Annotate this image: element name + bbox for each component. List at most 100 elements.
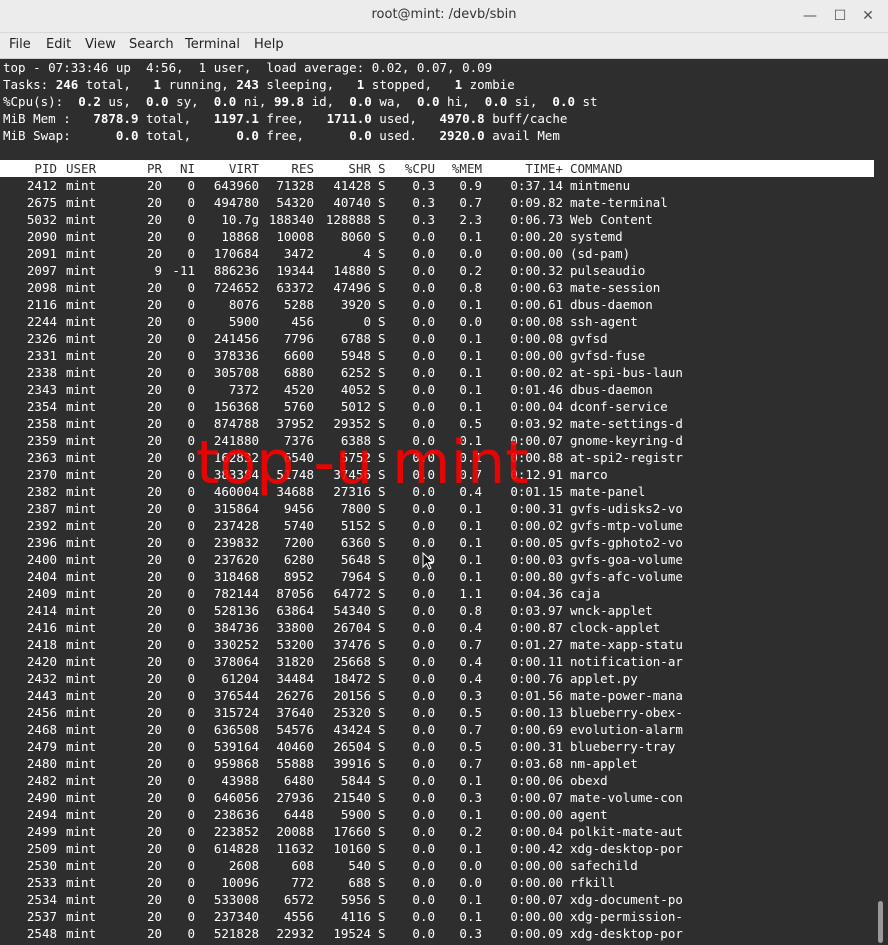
cell-user: mint: [66, 773, 97, 788]
cell-virt: 170684: [213, 246, 259, 261]
cell-virt: 61204: [221, 671, 259, 686]
cell-ni: 0: [187, 433, 195, 448]
cell-user: mint: [66, 348, 97, 363]
cell-ni: 0: [187, 671, 195, 686]
cell-command: blueberry-tray: [570, 739, 676, 754]
cell-user: mint: [66, 909, 97, 924]
cell-ni: 0: [187, 790, 195, 805]
summary-label: used.: [371, 128, 440, 143]
cell-user: mint: [66, 280, 97, 295]
cell-pid: 2354: [26, 399, 57, 414]
cell-pr: 20: [146, 705, 162, 720]
summary-label: free,: [258, 128, 350, 143]
close-icon[interactable]: ✕: [858, 6, 878, 26]
cell-mem: 0.0: [459, 858, 482, 873]
table-row: 2432 mint 20 0 61204 34484 18472 S 0.0 0.4 0:00.76…: [0, 670, 874, 687]
cell-command: dconf-service: [570, 399, 668, 414]
menu-help[interactable]: Help: [254, 37, 284, 52]
cell-res: 33800: [276, 620, 314, 635]
table-row: 2326 mint 20 0 241456 7796 6788 S 0.0 0.1 0:00.08 g…: [0, 330, 874, 347]
table-row: 2530 mint 20 0 2608 608 540 S 0.0 0.0 0:00.00 safec…: [0, 857, 874, 874]
menu-file[interactable]: File: [9, 37, 31, 52]
cell-pr: 20: [146, 178, 162, 193]
summary-label: st: [575, 94, 598, 109]
cell-user: mint: [66, 552, 97, 567]
summary-value: 99.8: [273, 94, 305, 109]
summary-value: 0.0: [416, 94, 440, 109]
cell-shr: 6788: [340, 331, 371, 346]
process-table-header: PID USER PR NI VIRT RES SHR S %CPU %MEM TIME+ COMMA…: [0, 160, 874, 177]
cell-command: gvfs-udisks2-vo: [570, 501, 683, 516]
title-bar[interactable]: root@mint: /devb/sbin — ☐ ✕: [0, 0, 888, 33]
cell-user: mint: [66, 229, 97, 244]
cell-pid: 2456: [26, 705, 57, 720]
menu-terminal[interactable]: Terminal: [185, 37, 240, 52]
cell-ni: 0: [187, 280, 195, 295]
cell-pr: 20: [146, 399, 162, 414]
menu-view[interactable]: View: [85, 37, 116, 52]
scrollbar[interactable]: [874, 59, 888, 945]
cell-pr: 20: [146, 382, 162, 397]
cell-command: obexd: [570, 773, 608, 788]
scrollbar-thumb[interactable]: [878, 901, 883, 943]
cell-pr: 20: [146, 909, 162, 924]
table-row: 2244 mint 20 0 5900 456 0 S 0.0 0.0 0:00.08 ssh-age…: [0, 313, 874, 330]
cell-command: xdg-permission-: [570, 909, 683, 924]
cell-ni: 0: [187, 688, 195, 703]
cell-time: 0:06.73: [510, 212, 563, 227]
cell-command: gvfs-gphoto2-vo: [570, 535, 683, 550]
cell-user: mint: [66, 416, 97, 431]
cell-pr: 9: [154, 263, 162, 278]
cell-mem: 0.1: [459, 382, 482, 397]
cell-pid: 2675: [26, 195, 57, 210]
cell-pid: 2090: [26, 229, 57, 244]
summary-value: 0.0: [115, 128, 139, 143]
cell-shr: 10160: [333, 841, 371, 856]
cell-cpu: 0.0: [412, 756, 435, 771]
cell-command: xdg-document-po: [570, 892, 683, 907]
summary-value: 243: [236, 77, 259, 92]
cell-mem: 0.1: [459, 569, 482, 584]
summary-label: ni,: [236, 94, 274, 109]
cell-mem: 0.8: [459, 280, 482, 295]
cell-cpu: 0.0: [412, 858, 435, 873]
cell-pid: 2392: [26, 518, 57, 533]
table-row: 2548 mint 20 0 521828 22932 19524 S 0.0 0.3 0:00.0…: [0, 925, 874, 942]
menu-search[interactable]: Search: [129, 37, 174, 52]
cell-virt: 223852: [213, 824, 259, 839]
cell-time: 0:00.02: [510, 365, 563, 380]
maximize-icon[interactable]: ☐: [830, 6, 850, 26]
cell-virt: 5900: [228, 314, 259, 329]
cell-pid: 2370: [26, 467, 57, 482]
cell-res: 608: [291, 858, 314, 873]
cell-state: S: [378, 807, 386, 822]
cell-command: at-spi-bus-laun: [570, 365, 683, 380]
cell-command: pulseaudio: [570, 263, 646, 278]
cell-user: mint: [66, 297, 97, 312]
cell-virt: 494780: [213, 195, 259, 210]
cell-res: 40460: [276, 739, 314, 754]
cell-user: mint: [66, 246, 97, 261]
cell-ni: 0: [187, 416, 195, 431]
cell-user: mint: [66, 790, 97, 805]
cell-shr: 25668: [333, 654, 371, 669]
terminal-output[interactable]: top - 07:33:46 up 4:56, 1 user, load ave…: [0, 59, 874, 945]
cell-pid: 2490: [26, 790, 57, 805]
cell-pid: 2244: [26, 314, 57, 329]
table-row: 2479 mint 20 0 539164 40460 26504 S 0.0 0.5 0:00.3…: [0, 738, 874, 755]
cell-user: mint: [66, 178, 97, 193]
cell-state: S: [378, 603, 386, 618]
minimize-icon[interactable]: —: [800, 6, 820, 26]
menu-edit[interactable]: Edit: [46, 37, 71, 52]
menu-bar: File Edit View Search Terminal Help: [0, 33, 888, 59]
cell-pid: 2530: [26, 858, 57, 873]
cell-pr: 20: [146, 603, 162, 618]
column-header-cpu: %CPU: [404, 161, 435, 176]
cell-mem: 0.4: [459, 620, 482, 635]
cell-command: notification-ar: [570, 654, 683, 669]
cell-mem: 0.3: [459, 926, 482, 941]
cell-command: mate-panel: [570, 484, 646, 499]
cell-pid: 2396: [26, 535, 57, 550]
cell-cpu: 0.0: [412, 331, 435, 346]
cell-mem: 0.4: [459, 671, 482, 686]
